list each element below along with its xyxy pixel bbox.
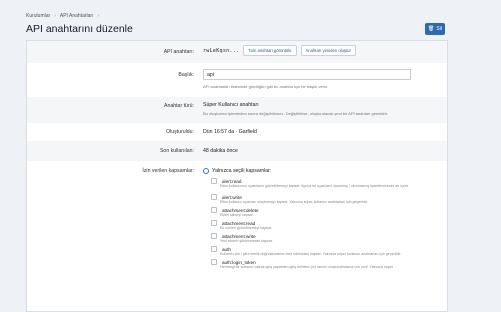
scope-desc: Etkin kullanıcı uyarıları oluşturmayı ka… <box>220 200 368 204</box>
chevron-right-icon: › <box>97 13 100 19</box>
scope-name: alert:read <box>222 178 242 184</box>
regenerate-key-button[interactable]: Anahtarı yeniden oluştur <box>300 45 356 56</box>
scope-item: auth Kullanıcı adı / şifre kimlik doğrul… <box>211 246 401 256</box>
title-hint: API anahtarları listesinde gördüğün gibi… <box>203 84 329 89</box>
top-bar <box>0 0 501 12</box>
trash-icon: 🗑 <box>428 26 435 32</box>
chevron-right-icon: › <box>54 13 56 19</box>
checkbox-icon[interactable] <box>211 233 217 239</box>
page-title: API anahtarını düzenle <box>26 23 133 35</box>
api-key-label: API anahtarı: <box>163 49 194 55</box>
checkbox-icon[interactable] <box>211 259 217 265</box>
scope-desc: Etkin kullanıcının uyarılarını görüntüle… <box>220 184 409 188</box>
checkbox-icon[interactable] <box>211 220 217 226</box>
radio-icon[interactable] <box>203 168 209 174</box>
checkbox-icon[interactable] <box>211 178 217 184</box>
scope-desc: Yeni eklerin yüklenmesini kapsar. <box>220 239 273 243</box>
scopes-label: İzin verilen kapsamlar: <box>142 168 194 174</box>
scope-item: attachment:read Ek verileri görüntülemey… <box>211 220 272 230</box>
key-type-row: Anahtar türü: Süper Kullanıcı anahtarı B… <box>27 97 447 123</box>
checkbox-icon[interactable] <box>211 194 217 200</box>
created-value: Dün 16:57 da · Garfield <box>203 129 257 135</box>
last-used-value: 48 dakika önce <box>203 148 238 154</box>
scope-item: auth:login_token Herhangi bir kullanıcı … <box>211 259 393 269</box>
key-type-value: Süper Kullanıcı anahtarı <box>203 102 259 108</box>
scope-item: alert:read Etkin kullanıcının uyarıların… <box>211 178 409 188</box>
api-key-row: API anahtarı: rwLeKqsn... Tam anahtarı g… <box>27 41 447 63</box>
scope-name: attachment:read <box>222 220 256 226</box>
last-used-row: Son kullanılan: 48 dakika önce <box>27 141 447 161</box>
scope-desc: Kullanıcı adı / şifre kimlik doğrulaması… <box>220 252 402 256</box>
api-key-value-group: rwLeKqsn... Tam anahtarı görüntüle Anaht… <box>203 45 356 56</box>
scope-name: attachment:delete <box>222 207 259 213</box>
scope-name: alert:write <box>222 194 242 200</box>
checkbox-icon[interactable] <box>211 207 217 213</box>
last-used-label: Son kullanılan: <box>159 148 194 154</box>
scope-desc: Herhangi bir kullanıcı olarak giriş yapa… <box>220 265 394 269</box>
breadcrumb: Kurulumlar › API Anahtarları › <box>26 13 99 19</box>
api-key-masked: rwLeKqsn... <box>203 47 240 54</box>
created-label: Oluşturuldu: <box>166 129 194 135</box>
checkbox-icon[interactable] <box>211 246 217 252</box>
scope-item: attachment:delete Ekleri silmeyi kapsar. <box>211 207 259 217</box>
title-input[interactable]: api <box>203 69 411 80</box>
breadcrumb-item-setup[interactable]: Kurulumlar <box>26 13 50 19</box>
scope-name: auth <box>222 246 231 252</box>
edit-form-panel: API anahtarı: rwLeKqsn... Tam anahtarı g… <box>26 40 448 312</box>
delete-button[interactable]: 🗑 Sil <box>425 23 445 35</box>
title-label: Başlık: <box>178 72 194 78</box>
scopes-option[interactable]: Yalnızca seçili kapsamlar: <box>203 168 271 174</box>
scope-name: attachment:write <box>222 233 256 239</box>
title-row: Başlık: api API anahtarları listesinde g… <box>27 63 447 97</box>
key-type-hint: Bu oluşturma işleminden sonra değiştiril… <box>203 111 388 116</box>
delete-button-label: Sil <box>436 26 442 32</box>
scope-item: attachment:write Yeni eklerin yüklenmesi… <box>211 233 273 243</box>
created-row: Oluşturuldu: Dün 16:57 da · Garfield <box>27 123 447 141</box>
scopes-option-label: Yalnızca seçili kapsamlar: <box>212 168 272 174</box>
key-type-label: Anahtar türü: <box>164 103 194 109</box>
scope-desc: Ekleri silmeyi kapsar. <box>220 213 254 217</box>
scope-desc: Ek verileri görüntülemeyi kapsar. <box>220 226 272 230</box>
scope-name: auth:login_token <box>222 259 256 265</box>
scope-item: alert:write Etkin kullanıcı uyarıları ol… <box>211 194 368 204</box>
breadcrumb-item-api-keys[interactable]: API Anahtarları <box>60 13 94 19</box>
view-full-key-button[interactable]: Tam anahtarı görüntüle <box>243 45 297 56</box>
scopes-row: İzin verilen kapsamlar: Yalnızca seçili … <box>27 161 447 311</box>
